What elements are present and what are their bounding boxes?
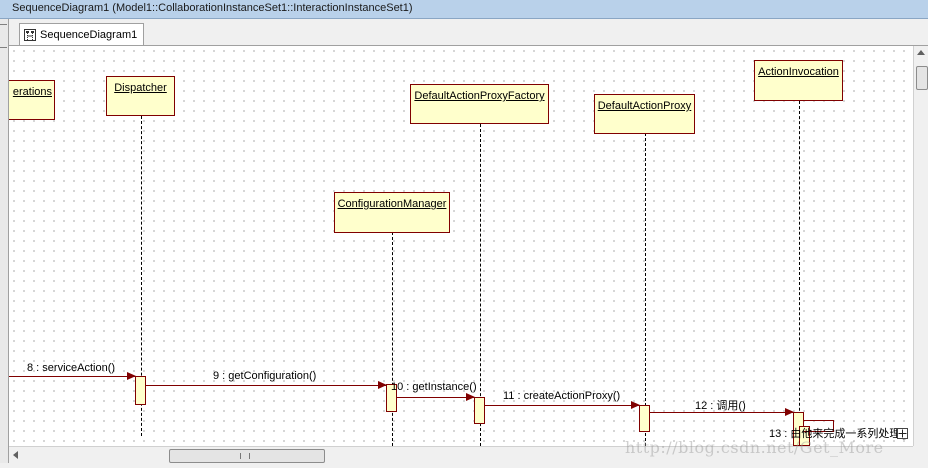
message-arrow-9[interactable] [146, 381, 387, 389]
dock-divider [0, 24, 7, 25]
tab-label: SequenceDiagram1 [40, 28, 138, 41]
arrow-head-icon [785, 408, 794, 416]
message-label-12: 12 : 调用() [695, 400, 746, 412]
activation-defaultactionproxyfactory[interactable] [474, 397, 485, 424]
scroll-left-icon[interactable] [13, 451, 18, 459]
lifeline-configurationmanager [392, 232, 393, 446]
activation-dispatcher[interactable] [135, 376, 146, 405]
vertical-scrollbar[interactable] [913, 46, 928, 446]
arrow-head-icon [378, 381, 387, 389]
scroll-grip-icon [240, 453, 250, 459]
object-configurationmanager[interactable]: ConfigurationManager [334, 192, 450, 233]
object-defaultactionproxyfactory[interactable]: DefaultActionProxyFactory [410, 84, 549, 124]
lifeline-actioninvocation [799, 101, 800, 446]
watermark-text: http://blog.csdn.net/Get_More [625, 438, 884, 457]
activation-defaultactionproxy[interactable] [639, 405, 650, 432]
dock-divider [0, 47, 7, 48]
object-dispatcher[interactable]: Dispatcher [106, 76, 175, 116]
horizontal-scroll-thumb[interactable] [169, 449, 325, 463]
message-label-9: 9 : getConfiguration() [213, 370, 317, 382]
arrow-head-icon [466, 393, 475, 401]
object-actioninvocation[interactable]: ActionInvocation [754, 60, 843, 101]
vertical-scroll-thumb[interactable] [916, 66, 928, 90]
object-erations[interactable]: erations [9, 80, 55, 120]
sequence-diagram-icon [24, 28, 36, 41]
message-arrow-8[interactable] [9, 372, 136, 380]
object-defaultactionproxy[interactable]: DefaultActionProxy [594, 94, 695, 134]
diagram-canvas[interactable]: erations Dispatcher DefaultActionProxyFa… [9, 46, 913, 446]
lifeline-defaultactionproxy [645, 133, 646, 446]
message-arrow-10[interactable] [397, 393, 475, 401]
scroll-up-icon[interactable] [917, 50, 925, 55]
arrow-head-icon [631, 401, 640, 409]
left-dock-strip[interactable] [0, 19, 9, 468]
window-title: SequenceDiagram1 (Model1::CollaborationI… [12, 2, 413, 14]
message-label-10: 10 : getInstance() [391, 381, 477, 393]
message-arrow-11[interactable] [485, 401, 640, 409]
arrow-head-icon [127, 372, 136, 380]
tab-bar: SequenceDiagram1 [9, 19, 928, 46]
tab-sequence-diagram[interactable]: SequenceDiagram1 [19, 23, 145, 45]
window-bottom-edge [0, 463, 928, 468]
window-titlebar: SequenceDiagram1 (Model1::CollaborationI… [0, 0, 928, 19]
move-handle-icon[interactable] [897, 428, 908, 439]
message-label-11: 11 : createActionProxy() [503, 390, 621, 402]
message-label-8: 8 : serviceAction() [27, 362, 116, 374]
